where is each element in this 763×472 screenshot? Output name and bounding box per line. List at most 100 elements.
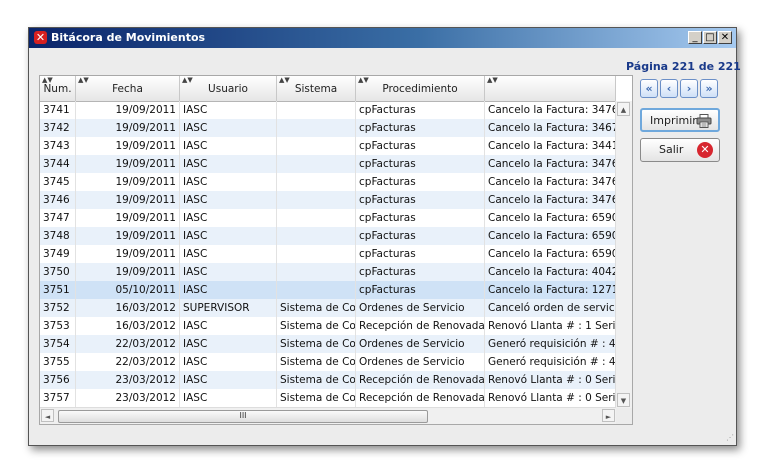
table-row[interactable]: 3744 19/09/2011 IASC cpFacturas Cancelo la F… bbox=[40, 155, 616, 173]
table-cell: 22/03/2012 bbox=[76, 335, 180, 353]
resize-grip-icon[interactable]: ⋰ bbox=[726, 433, 734, 442]
table-row[interactable]: 3752 16/03/2012 SUPERVISOR Sistema de Con Or… bbox=[40, 299, 616, 317]
vertical-scrollbar[interactable]: ▲ ▼ bbox=[615, 101, 632, 408]
table-cell: Sistema de Con bbox=[277, 371, 356, 389]
table-cell: 3747 bbox=[40, 209, 76, 227]
table-cell: 3742 bbox=[40, 119, 76, 137]
table-cell: Ordenes de Servicio bbox=[356, 353, 485, 371]
exit-button[interactable]: Salir ✕ bbox=[640, 138, 720, 162]
table-cell bbox=[277, 191, 356, 209]
table-row[interactable]: 3746 19/09/2011 IASC cpFacturas Cancelo la F… bbox=[40, 191, 616, 209]
table-row[interactable]: 3751 05/10/2011 IASC cpFacturas Cancelo la F… bbox=[40, 281, 616, 299]
table-cell: IASC bbox=[180, 353, 277, 371]
table-row[interactable]: 3750 19/09/2011 IASC cpFacturas Cancelo la F… bbox=[40, 263, 616, 281]
table-cell bbox=[277, 101, 356, 119]
table-cell: 23/03/2012 bbox=[76, 371, 180, 389]
table-row[interactable]: 3741 19/09/2011 IASC cpFacturas Cancelo la F… bbox=[40, 101, 616, 119]
table-cell: IASC bbox=[180, 281, 277, 299]
column-header-label: Fecha bbox=[112, 83, 143, 95]
maximize-button[interactable]: □ bbox=[703, 31, 717, 44]
table-row[interactable]: 3745 19/09/2011 IASC cpFacturas Cancelo la F… bbox=[40, 173, 616, 191]
table-cell: cpFacturas bbox=[356, 191, 485, 209]
table-row[interactable]: 3749 19/09/2011 IASC cpFacturas Cancelo la F… bbox=[40, 245, 616, 263]
sort-icon: ▲▼ bbox=[279, 76, 290, 84]
last-page-button[interactable]: » bbox=[700, 79, 718, 98]
next-page-button[interactable]: › bbox=[680, 79, 698, 98]
scroll-right-icon[interactable]: ► bbox=[602, 409, 615, 422]
horizontal-scrollbar[interactable]: ◄ III ► bbox=[40, 407, 616, 424]
table-cell: cpFacturas bbox=[356, 263, 485, 281]
table-cell: IASC bbox=[180, 227, 277, 245]
table-row[interactable]: 3753 16/03/2012 IASC Sistema de Con Recepció… bbox=[40, 317, 616, 335]
table-cell: Renovó Llanta # : 0 Serie : bbox=[485, 389, 616, 407]
page-indicator: Página 221 de 221 bbox=[626, 60, 741, 73]
table-cell: 19/09/2011 bbox=[76, 191, 180, 209]
horizontal-scroll-thumb[interactable]: III bbox=[58, 410, 428, 423]
table-row[interactable]: 3742 19/09/2011 IASC cpFacturas Cancelo la F… bbox=[40, 119, 616, 137]
table-cell: cpFacturas bbox=[356, 209, 485, 227]
column-header[interactable]: ▲▼ Sistema bbox=[277, 76, 356, 101]
column-header-label: Sistema bbox=[294, 83, 338, 95]
column-header-label: Usuario bbox=[208, 83, 248, 95]
exit-button-label: Salir bbox=[659, 143, 684, 156]
first-page-button[interactable]: « bbox=[640, 79, 658, 98]
table-cell bbox=[277, 281, 356, 299]
table-cell: Renovó Llanta # : 0 Serie : bbox=[485, 371, 616, 389]
table-cell bbox=[277, 245, 356, 263]
scroll-up-icon[interactable]: ▲ bbox=[617, 102, 630, 116]
column-header[interactable]: ▲▼ Fecha bbox=[76, 76, 180, 101]
table-cell: IASC bbox=[180, 263, 277, 281]
table-row[interactable]: 3743 19/09/2011 IASC cpFacturas Cancelo la F… bbox=[40, 137, 616, 155]
scroll-left-icon[interactable]: ◄ bbox=[41, 409, 54, 422]
print-button[interactable]: Imprimir bbox=[640, 108, 720, 132]
table-cell: Sistema de Con bbox=[277, 353, 356, 371]
table-cell: 3745 bbox=[40, 173, 76, 191]
scroll-down-icon[interactable]: ▼ bbox=[617, 393, 630, 407]
table-cell: Recepción de Renovadas bbox=[356, 371, 485, 389]
prev-page-button[interactable]: ‹ bbox=[660, 79, 678, 98]
table-cell: 19/09/2011 bbox=[76, 101, 180, 119]
print-button-label: Imprimir bbox=[650, 114, 697, 127]
table-cell: IASC bbox=[180, 335, 277, 353]
column-header[interactable]: ▲▼ Usuario bbox=[180, 76, 277, 101]
table-row[interactable]: 3748 19/09/2011 IASC cpFacturas Cancelo la F… bbox=[40, 227, 616, 245]
table-cell: 19/09/2011 bbox=[76, 137, 180, 155]
table-row[interactable]: 3756 23/03/2012 IASC Sistema de Con Recepció… bbox=[40, 371, 616, 389]
table-cell: 3756 bbox=[40, 371, 76, 389]
bitacora-window: ✕ Bitácora de Movimientos _ □ ✕ Página 2… bbox=[28, 27, 741, 446]
minimize-button[interactable]: _ bbox=[688, 31, 702, 44]
column-header[interactable]: ▲▼ Procedimiento bbox=[356, 76, 485, 101]
close-button[interactable]: ✕ bbox=[718, 31, 732, 44]
column-header[interactable]: ▲▼ bbox=[485, 76, 616, 101]
table-cell: Cancelo la Factura: 3476, bbox=[485, 155, 616, 173]
table-row[interactable]: 3755 22/03/2012 IASC Sistema de Con Ordenes … bbox=[40, 353, 616, 371]
table-cell: Sistema de Con bbox=[277, 335, 356, 353]
table-cell: IASC bbox=[180, 137, 277, 155]
app-icon: ✕ bbox=[34, 31, 47, 44]
table-cell: 19/09/2011 bbox=[76, 227, 180, 245]
sort-icon: ▲▼ bbox=[358, 76, 369, 84]
table-cell bbox=[277, 209, 356, 227]
table-cell: 3743 bbox=[40, 137, 76, 155]
title-bar[interactable]: ✕ Bitácora de Movimientos _ □ ✕ bbox=[29, 28, 736, 48]
table-cell: 19/09/2011 bbox=[76, 155, 180, 173]
table-cell bbox=[277, 263, 356, 281]
table-row[interactable]: 3757 23/03/2012 IASC Sistema de Con Recepció… bbox=[40, 389, 616, 407]
grid-header: ▲▼ Num. ▲▼ Fecha ▲▼ Usuario ▲▼ Sistema ▲▼ Procedi… bbox=[40, 76, 616, 102]
table-cell: Sistema de Con bbox=[277, 389, 356, 407]
table-cell: 3741 bbox=[40, 101, 76, 119]
column-header[interactable]: ▲▼ Num. bbox=[40, 76, 76, 101]
table-row[interactable]: 3747 19/09/2011 IASC cpFacturas Cancelo la F… bbox=[40, 209, 616, 227]
table-cell bbox=[277, 173, 356, 191]
table-cell bbox=[277, 137, 356, 155]
printer-icon bbox=[696, 114, 712, 128]
table-cell: 3755 bbox=[40, 353, 76, 371]
window-title: Bitácora de Movimientos bbox=[51, 31, 206, 44]
table-cell: Cancelo la Factura: 3467, bbox=[485, 119, 616, 137]
table-row[interactable]: 3754 22/03/2012 IASC Sistema de Con Ordenes … bbox=[40, 335, 616, 353]
table-cell: Ordenes de Servicio bbox=[356, 299, 485, 317]
table-cell: Recepción de Renovadas bbox=[356, 317, 485, 335]
table-cell: Cancelo la Factura: 4042, bbox=[485, 263, 616, 281]
table-cell: Cancelo la Factura: 3476, bbox=[485, 191, 616, 209]
table-cell: Renovó Llanta # : 1 Serie : bbox=[485, 317, 616, 335]
